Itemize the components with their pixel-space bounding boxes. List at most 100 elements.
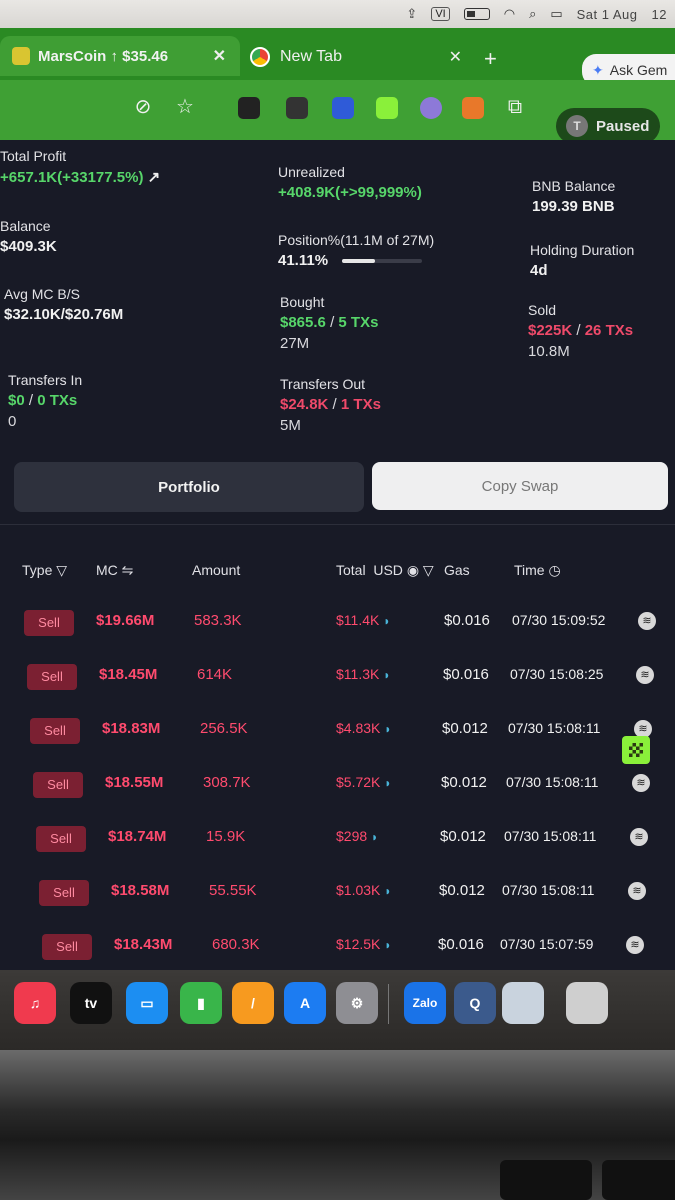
- bought-sub: 27M: [280, 335, 310, 352]
- clock-icon[interactable]: ◷: [548, 562, 560, 578]
- new-tab-button[interactable]: +: [484, 46, 497, 72]
- chart-icon[interactable]: ≋: [636, 666, 654, 684]
- table-row[interactable]: Sell $18.45M 614K $11.3K ◗ $0.016 07/30 15:08…: [0, 648, 675, 702]
- quicktime-app-icon[interactable]: Q: [454, 982, 496, 1024]
- apple-tv-app-icon[interactable]: tv: [70, 982, 112, 1024]
- filter-icon[interactable]: ▽: [56, 562, 67, 578]
- wifi-icon[interactable]: ◠: [504, 6, 515, 22]
- position-progress-bar: [342, 259, 423, 264]
- copy-swap-button[interactable]: Copy Swap: [372, 462, 668, 510]
- gas-cell: $0.012: [442, 720, 488, 737]
- numbers-app-icon[interactable]: ▮: [180, 982, 222, 1024]
- col-type[interactable]: Type ▽: [22, 562, 67, 579]
- currency-toggle-icon[interactable]: ◉: [407, 562, 419, 578]
- stat-label: Position%(11.1M of 27M): [278, 232, 435, 248]
- extension-icon[interactable]: [286, 97, 308, 119]
- time-cell: 07/30 15:07:59: [500, 936, 594, 952]
- whale-icon: ◗: [383, 668, 391, 682]
- system-settings-icon[interactable]: ⚙: [336, 982, 378, 1024]
- total-cell: $298 ◗: [336, 828, 378, 844]
- chart-icon[interactable]: ≋: [626, 936, 644, 954]
- gemini-sparkle-icon: ✦: [592, 61, 604, 78]
- close-icon[interactable]: ✕: [213, 46, 226, 66]
- total-cell: $5.72K ◗: [336, 774, 392, 790]
- app-store-icon[interactable]: A: [284, 982, 326, 1024]
- col-total-label: Total: [336, 562, 366, 578]
- gas-cell: $0.012: [441, 774, 487, 791]
- transfers-in-sub: 0: [8, 413, 17, 430]
- table-row[interactable]: Sell $18.55M 308.7K $5.72K ◗ $0.012 07/30 15:…: [0, 756, 675, 810]
- finder-window-icon[interactable]: [502, 982, 544, 1024]
- col-amount[interactable]: Amount: [192, 562, 240, 578]
- table-row[interactable]: Sell $18.58M 55.55K $1.03K ◗ $0.012 07/30 15:…: [0, 864, 675, 918]
- extension-icon[interactable]: [332, 97, 354, 119]
- swap-arrows-icon[interactable]: ⇋: [122, 562, 134, 578]
- puzzle-extensions-icon[interactable]: ⧉: [502, 94, 528, 120]
- input-source-badge[interactable]: VI: [431, 7, 450, 21]
- bookmark-star-icon[interactable]: ☆: [172, 94, 198, 120]
- stat-value: +657.1K(+33177.5%) ↗: [0, 168, 160, 186]
- table-body: Sell $19.66M 583.3K $11.4K ◗ $0.016 07/30 15:…: [0, 594, 675, 972]
- music-app-icon[interactable]: ♫: [14, 982, 56, 1024]
- tab-marscoin[interactable]: MarsCoin ↑ $35.46 ✕: [0, 36, 240, 76]
- menu-bar: ⇪ VI ◠ ⌕ ▭ Sat 1 Aug 12: [0, 0, 675, 28]
- chart-icon[interactable]: ≋: [630, 828, 648, 846]
- extension-icon[interactable]: [376, 97, 398, 119]
- trades-table: Type ▽ MC ⇋ Amount Total USD ◉ ▽ Gas Tim…: [0, 540, 675, 972]
- extension-icon[interactable]: [238, 97, 260, 119]
- no-image-icon[interactable]: ⊘: [130, 94, 156, 120]
- mc-cell: $18.83M: [102, 720, 161, 737]
- sell-badge: Sell: [36, 826, 86, 852]
- external-link-icon[interactable]: ↗: [148, 169, 161, 186]
- col-time[interactable]: Time ◷: [514, 562, 561, 579]
- total-value: $5.72K: [336, 774, 381, 790]
- stat-value: 41.11%: [278, 252, 434, 269]
- metamask-icon[interactable]: [462, 97, 484, 119]
- filter-icon[interactable]: ▽: [423, 562, 434, 578]
- col-gas[interactable]: Gas: [444, 562, 470, 578]
- tab-label: New Tab: [280, 48, 342, 65]
- col-total[interactable]: Total USD ◉ ▽: [336, 562, 434, 579]
- pages-app-icon[interactable]: /: [232, 982, 274, 1024]
- table-row[interactable]: Sell $19.66M 583.3K $11.4K ◗ $0.016 07/30 15:…: [0, 594, 675, 648]
- table-row[interactable]: Sell $18.83M 256.5K $4.83K ◗ $0.012 07/30 15:…: [0, 702, 675, 756]
- menubar-date[interactable]: Sat 1 Aug: [577, 7, 638, 22]
- battery-icon[interactable]: [463, 8, 490, 20]
- profile-paused-button[interactable]: T Paused: [556, 108, 660, 144]
- trash-icon[interactable]: [566, 982, 608, 1024]
- total-value: $12.5K: [336, 936, 381, 952]
- tab-strip: MarsCoin ↑ $35.46 ✕ New Tab ✕ + ✦ Ask Ge…: [0, 28, 675, 86]
- portfolio-button[interactable]: Portfolio: [14, 462, 364, 512]
- keyboard-key: [602, 1160, 675, 1200]
- zalo-app-icon[interactable]: Zalo: [404, 982, 446, 1024]
- time-cell: 07/30 15:08:11: [502, 882, 595, 898]
- tab-new-tab[interactable]: New Tab ✕: [250, 40, 470, 74]
- col-mc[interactable]: MC ⇋: [96, 562, 133, 579]
- sell-badge: Sell: [30, 718, 80, 744]
- keynote-app-icon[interactable]: ▭: [126, 982, 168, 1024]
- table-row[interactable]: Sell $18.74M 15.9K $298 ◗ $0.012 07/30 15:08:…: [0, 810, 675, 864]
- table-row[interactable]: Sell $18.43M 680.3K $12.5K ◗ $0.016 07/30 15:…: [0, 918, 675, 972]
- mc-cell: $18.45M: [99, 666, 158, 683]
- close-icon[interactable]: ✕: [449, 47, 462, 67]
- bought-txs: 5 TXs: [338, 314, 379, 331]
- divider: [0, 524, 675, 525]
- chart-icon[interactable]: ≋: [628, 882, 646, 900]
- chart-icon[interactable]: ≋: [638, 612, 656, 630]
- col-mc-label: MC: [96, 562, 118, 578]
- sell-badge: Sell: [24, 610, 74, 636]
- stat-value: 199.39 BNB: [532, 198, 615, 215]
- floating-extension-icon[interactable]: [622, 736, 650, 764]
- extension-icon[interactable]: [420, 97, 442, 119]
- whale-icon: ◗: [384, 722, 392, 736]
- chart-icon[interactable]: ≋: [632, 774, 650, 792]
- upload-icon[interactable]: ⇪: [406, 6, 417, 22]
- stat-label: Transfers Out: [280, 376, 366, 392]
- control-center-icon[interactable]: ▭: [550, 6, 562, 22]
- total-value: $1.03K: [336, 882, 381, 898]
- menubar-time[interactable]: 12: [652, 7, 667, 22]
- stat-value: $225K / 26 TXs: [528, 322, 633, 339]
- search-icon[interactable]: ⌕: [529, 6, 536, 22]
- bought-amount: $865.6: [280, 314, 326, 331]
- stat-sold: Sold $225K / 26 TXs 10.8M: [528, 302, 633, 360]
